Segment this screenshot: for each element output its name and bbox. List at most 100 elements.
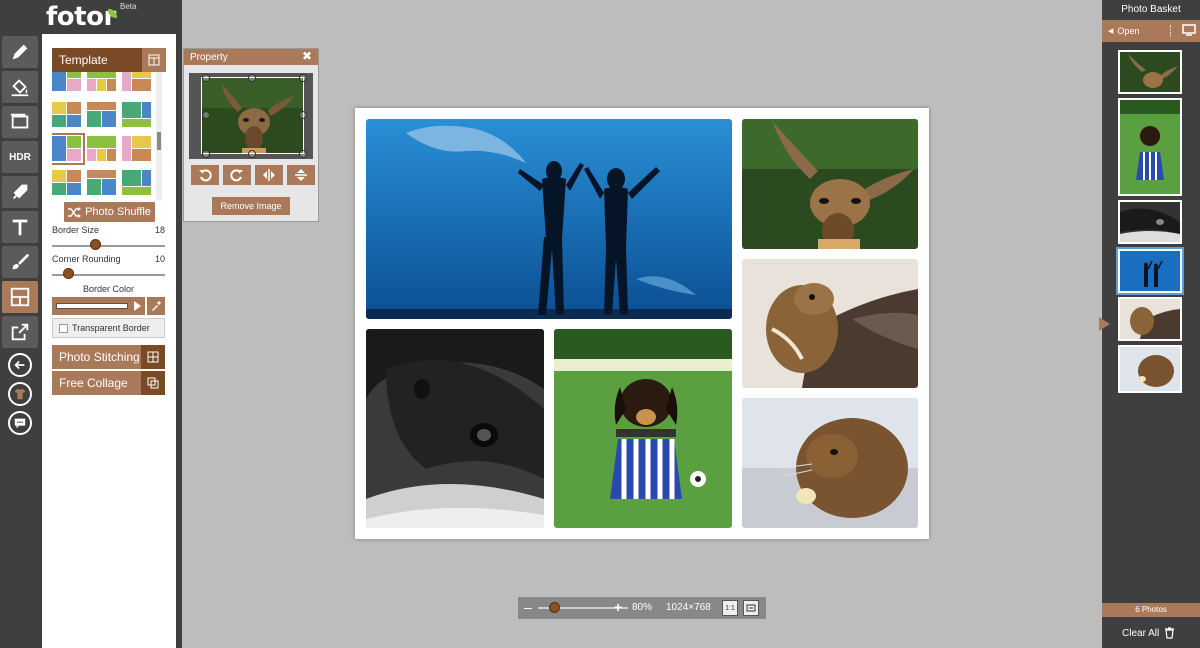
free-collage-button[interactable]: Free Collage [52,371,165,395]
tilt-shift-tool-button[interactable] [2,176,38,208]
basket-thumb-squirrel-rock[interactable] [1118,297,1182,341]
panel-divider [176,34,182,648]
open-label: Open [1117,26,1140,36]
template-option[interactable] [122,170,152,196]
paint-bucket-icon [11,79,29,97]
basket-thumb-dog-shirt[interactable] [1118,98,1182,196]
shuffle-icon [68,206,82,218]
crop-handle-tl[interactable] [202,74,210,82]
fit-screen-icon [746,604,756,612]
hdr-tool-button[interactable]: HDR [2,141,38,173]
export-tool-button[interactable] [2,316,38,348]
fit-screen-button[interactable] [743,600,759,616]
zoom-value: 80% [632,602,653,613]
eyedropper-button[interactable] [147,297,165,315]
transparent-border-toggle[interactable]: Transparent Border [52,318,165,338]
photo-shuffle-button[interactable]: Photo Shuffle [64,202,155,222]
photo-deer[interactable] [742,119,918,249]
chat-bubble-icon [14,418,26,429]
crop-handle-tm[interactable] [248,74,256,82]
text-tool-button[interactable] [2,211,38,243]
crop-handle-ml[interactable] [202,111,210,119]
border-size-handle[interactable] [89,239,101,250]
flip-horizontal-button[interactable] [255,165,283,185]
photo-squirrel-eating[interactable] [742,398,918,528]
open-button[interactable]: ◀ Open [1102,20,1200,42]
template-option[interactable] [122,102,152,128]
template-label: Template [59,53,108,67]
close-icon[interactable]: ✖ [302,49,312,63]
template-option[interactable] [52,170,82,196]
flip-vertical-icon [295,169,307,181]
edit-tool-button[interactable] [2,36,38,68]
border-size-slider[interactable] [52,245,165,247]
template-option[interactable] [87,72,117,92]
corner-rounding-handle[interactable] [62,268,74,279]
photo-squirrel-rock[interactable] [742,259,918,388]
selected-photo-preview [201,77,304,154]
template-option[interactable] [87,136,117,162]
zoom-bar: – + 80% 1024×768 1:1 [518,597,766,619]
frame-tool-button[interactable] [2,106,38,138]
template-option[interactable] [52,133,85,165]
crop-handle-tr[interactable] [299,74,307,82]
template-option[interactable] [87,170,117,196]
feedback-button[interactable] [8,411,32,435]
stitching-icon [141,345,165,369]
basket-thumb-deer[interactable] [1118,50,1182,94]
caret-left-icon: ◀ [1108,28,1114,35]
crop-handle-mr[interactable] [299,111,307,119]
transparent-border-label: Transparent Border [72,323,150,333]
basket-thumb-dog-bw[interactable] [1118,200,1182,244]
monitor-icon[interactable] [1182,24,1196,36]
template-option[interactable] [52,72,82,92]
property-panel: Property ✖ Remove Image [183,48,319,222]
corner-rounding-value: 10 [155,254,166,264]
arrow-left-icon [14,360,25,370]
zoom-out-button[interactable]: – [524,599,532,615]
rotate-right-button[interactable] [223,165,251,185]
photo-stitching-label: Photo Stitching [59,350,140,364]
basket-thumb-aquarium[interactable] [1116,247,1184,295]
photo-dog-bw[interactable] [366,329,544,528]
photo-stitching-button[interactable]: Photo Stitching [52,345,165,369]
crop-handle-bl[interactable] [202,150,210,158]
photo-dog-shirt[interactable] [554,329,732,528]
crop-handle-bm[interactable] [248,150,256,158]
remove-image-button[interactable]: Remove Image [212,197,290,215]
zoom-slider-handle[interactable] [548,602,560,613]
property-header: Property ✖ [184,49,318,65]
property-preview [189,73,313,159]
collage-tool-button[interactable] [2,281,38,313]
brush-tool-button[interactable] [2,246,38,278]
brush-icon [12,253,30,270]
frame-icon [10,113,29,129]
actual-size-button[interactable]: 1:1 [722,600,738,616]
zoom-in-button[interactable]: + [614,599,622,615]
border-color-picker[interactable] [52,297,145,315]
template-scrollbar[interactable] [156,72,162,200]
rotate-left-icon [199,169,212,182]
basket-thumb-squirrel-eating[interactable] [1118,345,1182,393]
trash-icon [1165,627,1175,639]
effect-tool-button[interactable] [2,71,38,103]
photo-aquarium[interactable] [366,119,732,319]
template-option[interactable] [122,72,152,92]
flip-vertical-button[interactable] [287,165,315,185]
transparent-border-checkbox[interactable] [59,323,68,333]
template-header[interactable]: Template [52,48,166,72]
shop-button[interactable] [8,382,32,406]
back-button[interactable] [8,353,32,377]
crop-handle-br[interactable] [299,150,307,158]
flip-horizontal-icon [263,169,275,181]
logo-strip: fotor Beta [0,0,182,34]
template-option[interactable] [52,102,82,128]
canvas-dimensions: 1024×768 [666,602,711,613]
template-layout-icon [142,48,166,72]
basket-collapse-arrow[interactable] [1099,317,1110,331]
shirt-icon [14,388,26,400]
clear-all-button[interactable]: Clear All [1122,627,1175,639]
template-option[interactable] [122,136,152,162]
rotate-left-button[interactable] [191,165,219,185]
template-option[interactable] [87,102,117,128]
